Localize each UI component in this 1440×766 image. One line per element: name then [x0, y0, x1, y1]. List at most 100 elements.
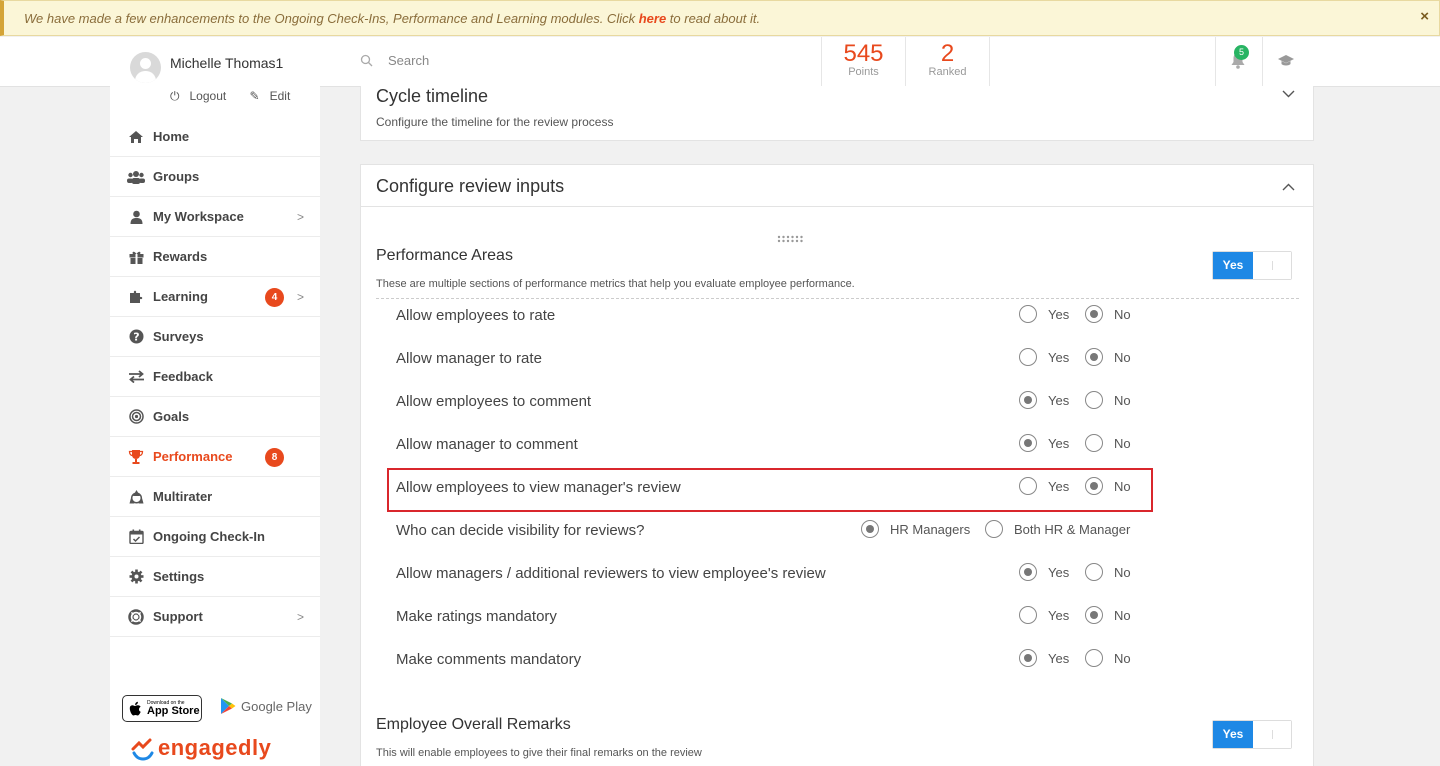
sidebar-item-multirater[interactable]: Multirater	[110, 477, 320, 517]
sidebar-item-home[interactable]: Home	[110, 117, 320, 157]
radio-yes[interactable]: Yes	[1019, 434, 1069, 452]
radio-no[interactable]: No	[1085, 477, 1131, 495]
banner-link[interactable]: here	[639, 11, 666, 26]
radio-button[interactable]	[1019, 305, 1037, 323]
calendar-check-icon	[127, 529, 145, 545]
sidebar-item-performance[interactable]: Performance 8	[110, 437, 320, 477]
chevron-right-icon: >	[296, 210, 304, 224]
user-name[interactable]: Michelle Thomas1	[170, 55, 283, 71]
search-box[interactable]: Search	[360, 53, 429, 68]
radio-button[interactable]	[985, 520, 1003, 538]
edit-link[interactable]: ✎ Edit	[250, 89, 301, 103]
performance-areas-title: Performance Areas	[376, 247, 513, 264]
header-divider	[989, 37, 990, 87]
radio-button[interactable]	[1085, 649, 1103, 667]
radio-button[interactable]	[1019, 348, 1037, 366]
radio-button[interactable]	[1019, 649, 1037, 667]
chevron-down-icon[interactable]	[1282, 90, 1295, 98]
radio-button[interactable]	[1085, 563, 1103, 581]
radio-no[interactable]: No	[1085, 305, 1131, 323]
svg-text:?: ?	[133, 331, 139, 344]
overall-remarks-subtitle: This will enable employees to give their…	[376, 747, 702, 759]
radio-label: Yes	[1048, 607, 1070, 623]
radio-button[interactable]	[1085, 391, 1103, 409]
question-icon: ?	[127, 329, 145, 345]
radio-button[interactable]	[1085, 348, 1103, 366]
radio-button[interactable]	[1085, 477, 1103, 495]
radio-no[interactable]: No	[1085, 649, 1131, 667]
sidebar-item-label: Surveys	[153, 329, 204, 344]
radio-label: No	[1114, 349, 1131, 365]
sidebar-item-support[interactable]: Support >	[110, 597, 320, 637]
sidebar-item-feedback[interactable]: Feedback	[110, 357, 320, 397]
radio-button[interactable]	[1019, 434, 1037, 452]
logo-text: engagedly	[158, 735, 272, 760]
app-store-badge[interactable]: Download on the App Store	[122, 695, 202, 722]
performance-areas-toggle[interactable]: Yes	[1212, 251, 1292, 280]
radio-yes[interactable]: Yes	[1019, 606, 1069, 624]
ranked-stat[interactable]: 2 Ranked	[905, 37, 989, 87]
radio-button[interactable]	[1085, 305, 1103, 323]
sidebar-item-rewards[interactable]: Rewards	[110, 237, 320, 277]
radio-button[interactable]	[1019, 606, 1037, 624]
radio-button[interactable]	[861, 520, 879, 538]
radio-both-hr-manager[interactable]: Both HR & Manager	[985, 520, 1130, 538]
chevron-up-icon[interactable]	[1282, 183, 1295, 191]
radio-label: Yes	[1048, 478, 1070, 494]
banner-close-button[interactable]: ×	[1420, 8, 1429, 25]
setting-label: Make comments mandatory	[396, 651, 582, 668]
ranked-value: 2	[940, 40, 955, 67]
setting-label: Make ratings mandatory	[396, 608, 557, 625]
radio-no[interactable]: No	[1085, 348, 1131, 366]
radio-no[interactable]: No	[1085, 391, 1131, 409]
logo-mark-icon	[131, 738, 154, 761]
search-input[interactable]: Search	[388, 53, 429, 68]
google-play-badge[interactable]: Google Play	[220, 697, 312, 715]
performance-areas-subtitle: These are multiple sections of performan…	[376, 278, 855, 290]
radio-button[interactable]	[1085, 606, 1103, 624]
radio-hr-managers[interactable]: HR Managers	[861, 520, 970, 538]
review-inputs-card: Configure review inputs Performance Area…	[360, 164, 1314, 766]
review-inputs-header[interactable]: Configure review inputs	[361, 165, 1313, 207]
logout-link[interactable]: ⏻ Logout	[170, 89, 236, 103]
radio-button[interactable]	[1019, 563, 1037, 581]
cycle-timeline-subtitle: Configure the timeline for the review pr…	[376, 115, 614, 129]
radio-yes[interactable]: Yes	[1019, 477, 1069, 495]
radio-button[interactable]	[1085, 434, 1103, 452]
sidebar-item-groups[interactable]: Groups	[110, 157, 320, 197]
sidebar-item-ongoing-check-in[interactable]: Ongoing Check-In	[110, 517, 320, 557]
search-icon	[360, 54, 373, 67]
points-stat[interactable]: 545 Points	[821, 37, 905, 87]
sidebar-item-my-workspace[interactable]: My Workspace >	[110, 197, 320, 237]
trophy-icon	[127, 449, 145, 465]
graduation-cap-icon[interactable]	[1278, 54, 1294, 67]
header-divider	[1262, 37, 1263, 87]
radio-yes[interactable]: Yes	[1019, 391, 1069, 409]
chevron-right-icon: >	[296, 610, 304, 624]
radio-yes[interactable]: Yes	[1019, 649, 1069, 667]
sidebar-item-learning[interactable]: Learning 4 >	[110, 277, 320, 317]
power-icon: ⏻	[170, 89, 180, 103]
sidebar-item-settings[interactable]: Settings	[110, 557, 320, 597]
radio-yes[interactable]: Yes	[1019, 305, 1069, 323]
gear-icon	[127, 569, 145, 585]
radio-label: Yes	[1048, 435, 1070, 451]
notification-count-badge: 5	[1234, 45, 1249, 60]
radio-no[interactable]: No	[1085, 563, 1131, 581]
drag-handle-icon[interactable]	[777, 235, 803, 243]
sidebar-item-goals[interactable]: Goals	[110, 397, 320, 437]
learning-count-badge: 4	[265, 288, 284, 307]
radio-no[interactable]: No	[1085, 434, 1131, 452]
radio-button[interactable]	[1019, 477, 1037, 495]
radio-yes[interactable]: Yes	[1019, 348, 1069, 366]
overall-remarks-toggle[interactable]: Yes	[1212, 720, 1292, 749]
radio-yes[interactable]: Yes	[1019, 563, 1069, 581]
sidebar-item-surveys[interactable]: ? Surveys	[110, 317, 320, 357]
radio-button[interactable]	[1019, 391, 1037, 409]
radio-label: No	[1114, 306, 1131, 322]
sidebar-item-label: Multirater	[153, 489, 213, 504]
puzzle-icon	[127, 289, 145, 305]
avatar[interactable]	[130, 52, 161, 83]
setting-label: Allow employees to rate	[396, 307, 556, 324]
radio-no[interactable]: No	[1085, 606, 1131, 624]
